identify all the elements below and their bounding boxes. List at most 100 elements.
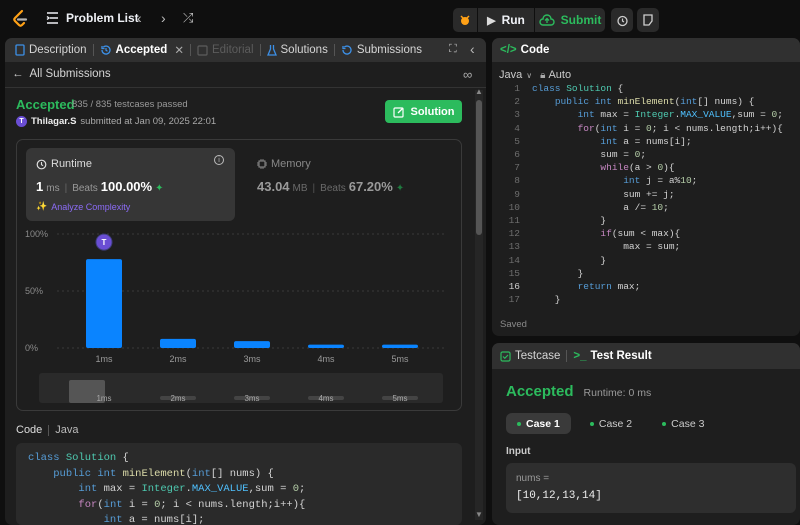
- left-panel: Description Accepted ✕ Editorial Solutio…: [5, 38, 486, 525]
- y-tick-label: 0%: [25, 343, 38, 353]
- run-button[interactable]: ▶ Run: [478, 8, 534, 32]
- user-marker-initial: T: [102, 238, 107, 247]
- tab-accepted[interactable]: Accepted ✕: [94, 43, 190, 57]
- play-icon: ▶: [487, 14, 496, 27]
- tab-testcase-label: Testcase: [515, 350, 561, 362]
- code-section-language: Java: [55, 424, 79, 436]
- runtime-value-row: 1 ms | Beats 100.00% ✦: [36, 179, 163, 194]
- x-tick-label: 3ms: [243, 354, 261, 364]
- bar-3ms[interactable]: [234, 341, 270, 348]
- memory-unit: MB: [292, 183, 308, 194]
- prev-problem-icon[interactable]: ‹: [137, 10, 142, 26]
- stats-card: Runtime i 1 ms | Beats 100.00% ✦ ✨ Analy…: [16, 139, 462, 411]
- book-icon: [197, 44, 208, 56]
- line-number: 14: [508, 254, 520, 266]
- list-icon: [46, 12, 58, 24]
- bar-1ms[interactable]: [86, 259, 122, 348]
- param-name: nums =: [516, 473, 550, 484]
- tab-editorial[interactable]: Editorial: [191, 44, 260, 56]
- tab-code[interactable]: </> Code: [492, 44, 555, 56]
- line-number: 13: [508, 241, 520, 253]
- line-number: 9: [514, 188, 520, 200]
- share-link-icon[interactable]: ∞: [463, 67, 472, 82]
- info-icon[interactable]: i: [214, 155, 224, 165]
- leetcode-logo-icon[interactable]: [11, 9, 29, 29]
- memory-card[interactable]: Memory 43.04 MB | Beats 67.20% ✦: [247, 148, 447, 221]
- back-to-submissions-link[interactable]: ← All Submissions: [12, 68, 111, 80]
- line-number: 5: [514, 135, 520, 147]
- line-number: 17: [508, 294, 520, 306]
- next-problem-icon[interactable]: ›: [161, 10, 166, 26]
- clock-icon: [36, 159, 47, 169]
- bar-4ms[interactable]: [308, 344, 344, 348]
- case-tab-2[interactable]: Case 2: [579, 413, 643, 434]
- editor-line: int max = Integer.MAX_VALUE,sum = 0;: [577, 109, 783, 121]
- timer-button[interactable]: [611, 8, 633, 32]
- tab-description[interactable]: Description: [5, 44, 93, 56]
- editor-line: max = sum;: [532, 241, 681, 253]
- code-line: public int minElement(int[] nums) {: [53, 467, 274, 480]
- bar-2ms[interactable]: [160, 338, 196, 348]
- collapse-icon[interactable]: ‹: [470, 41, 475, 57]
- runtime-header: Runtime: [36, 158, 92, 170]
- mini-tick-label: 2ms: [170, 394, 185, 403]
- auto-label[interactable]: Auto: [548, 69, 571, 81]
- runtime-card[interactable]: Runtime i 1 ms | Beats 100.00% ✦ ✨ Analy…: [26, 148, 235, 221]
- language-select[interactable]: Java ∨: [499, 69, 532, 81]
- x-tick-label: 5ms: [391, 354, 409, 364]
- case-label: Case 3: [671, 417, 705, 430]
- code-section-header: Code Java: [16, 424, 79, 436]
- runtime-unit: ms: [46, 183, 60, 194]
- submitter-row: T Thilagar.S submitted at Jan 09, 2025 2…: [16, 116, 216, 127]
- editor-line: }: [532, 215, 607, 227]
- line-numbers: 1 2 3 4 5 6 7 8 9 10 11 12 13 14 15 16 17: [492, 82, 520, 306]
- editor-title: Code: [520, 44, 550, 56]
- leaf-icon: ✦: [395, 183, 405, 194]
- line-number: 12: [508, 228, 520, 240]
- sparkle-icon: ✨: [36, 201, 48, 211]
- mini-tick-label: 1ms: [96, 394, 111, 403]
- case-tabs: Case 1 Case 2 Case 3: [506, 413, 715, 434]
- solution-button[interactable]: Solution: [385, 100, 462, 123]
- leaf-icon: ✦: [155, 183, 164, 194]
- analyze-complexity-link[interactable]: ✨ Analyze Complexity: [36, 201, 130, 212]
- back-label: All Submissions: [29, 68, 111, 80]
- bar-5ms[interactable]: [382, 344, 418, 348]
- tab-submissions[interactable]: Submissions: [335, 44, 428, 56]
- history-icon: [342, 45, 352, 55]
- code-editor-header: </> Code: [492, 38, 800, 62]
- memory-header: Memory: [257, 158, 311, 170]
- submitter-name[interactable]: Thilagar.S: [31, 116, 76, 127]
- value-divider: |: [312, 183, 316, 194]
- debug-button[interactable]: [453, 8, 477, 32]
- maximize-icon[interactable]: ⛶: [449, 43, 457, 56]
- shuffle-icon[interactable]: ⤮: [183, 10, 193, 26]
- tab-testcase[interactable]: Testcase: [492, 350, 566, 362]
- problem-list-button[interactable]: Problem List: [46, 11, 139, 25]
- tab-test-result[interactable]: >_ Test Result: [567, 350, 657, 362]
- avatar[interactable]: T: [16, 116, 27, 127]
- terminal-icon: >_: [573, 350, 587, 362]
- memory-value-row: 43.04 MB | Beats 67.20% ✦: [257, 179, 404, 194]
- y-tick-label: 100%: [25, 229, 48, 239]
- mini-tick-label: 4ms: [318, 394, 333, 403]
- case-tab-3[interactable]: Case 3: [651, 413, 715, 434]
- scrollbar-thumb[interactable]: [476, 100, 482, 235]
- result-status-row: Accepted Runtime: 0 ms: [506, 383, 651, 400]
- case-tab-1[interactable]: Case 1: [506, 413, 571, 434]
- input-label: Input: [506, 446, 531, 457]
- close-tab-icon[interactable]: ✕: [174, 43, 184, 57]
- memory-label: Memory: [271, 158, 311, 170]
- panel-scrollbar[interactable]: ▲ ▼: [475, 87, 483, 520]
- runtime-distribution-chart: 100% 50% 0% 1ms T 2ms 3ms 4ms 5ms 1ms 2ms 3ms 4ms 5ms: [25, 229, 447, 403]
- code-block[interactable]: class Solution { public int minElement(i…: [16, 443, 462, 525]
- x-tick-label: 1ms: [95, 354, 113, 364]
- submit-button[interactable]: Submit: [535, 8, 605, 32]
- document-icon: [15, 44, 25, 56]
- test-result-panel: Testcase >_ Test Result Accepted Runtime…: [492, 343, 800, 525]
- editor-body[interactable]: 1 2 3 4 5 6 7 8 9 10 11 12 13 14 15 16 17 class Solution…: [492, 82, 800, 312]
- line-number: 3: [514, 109, 520, 121]
- tab-test-result-label: Test Result: [590, 350, 652, 362]
- notes-button[interactable]: [637, 8, 659, 32]
- tab-solutions[interactable]: Solutions: [261, 44, 334, 56]
